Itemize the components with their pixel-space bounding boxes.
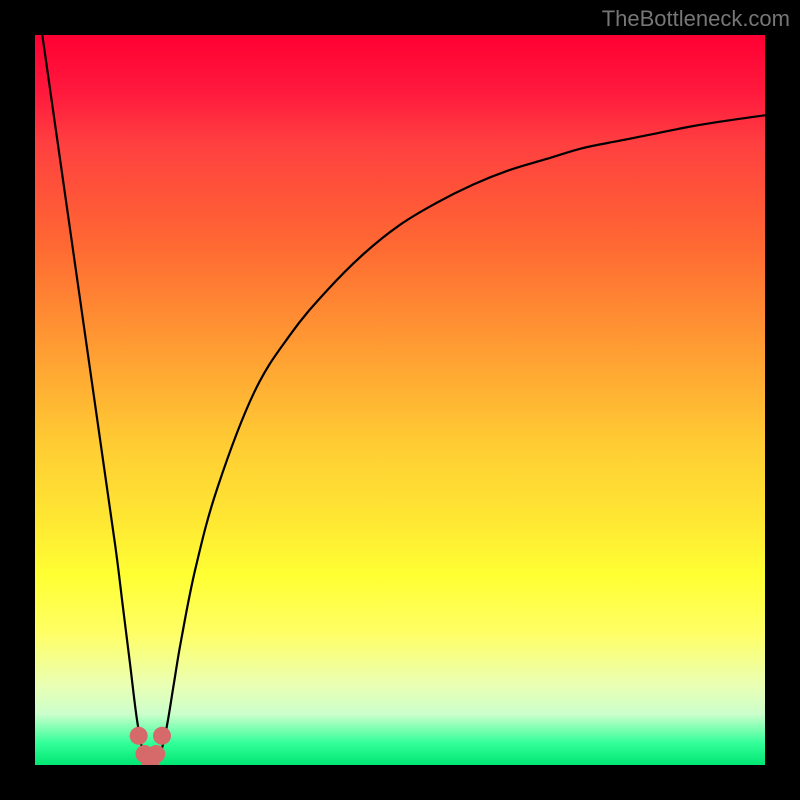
valley-markers [130,727,171,765]
valley-marker [130,727,148,745]
valley-marker [147,745,165,763]
outer-frame: TheBottleneck.com [0,0,800,800]
curve-svg [35,35,765,765]
watermark-text: TheBottleneck.com [602,6,790,32]
bottleneck-curve [42,35,765,765]
plot-area [35,35,765,765]
valley-marker [153,727,171,745]
